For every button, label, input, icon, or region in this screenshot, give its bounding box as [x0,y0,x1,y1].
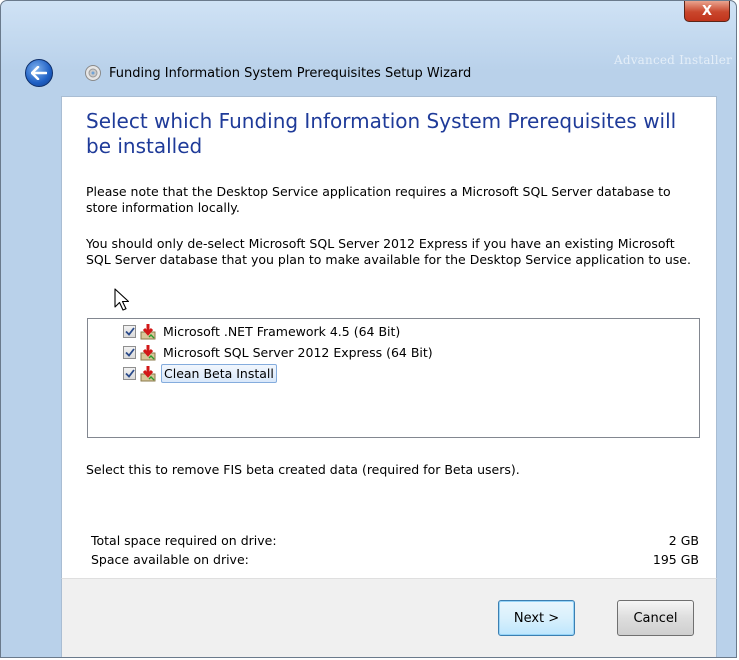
checkbox[interactable] [123,346,136,359]
back-button[interactable] [25,59,53,87]
back-arrow-icon [31,66,47,80]
feature-item-dotnet[interactable]: Microsoft .NET Framework 4.5 (64 Bit) [123,322,402,341]
content-panel: Select which Funding Information System … [61,96,717,578]
advanced-installer-brand: Advanced Installer [613,53,732,67]
setup-wizard-icon [85,65,101,81]
space-available-value: 195 GB [652,552,699,567]
page-title: Select which Funding Information System … [86,109,677,158]
feature-item-sql-server[interactable]: Microsoft SQL Server 2012 Express (64 Bi… [123,343,435,362]
feature-description: Select this to remove FIS beta created d… [86,462,520,477]
sql-requirement-note: Please note that the Desktop Service app… [86,184,671,215]
feature-label-selected: Clean Beta Install [161,364,277,383]
checkbox-checked-icon [124,369,135,378]
install-package-icon [140,366,156,382]
checkbox-checked-icon [124,348,135,357]
space-available-label: Space available on drive: [91,552,249,567]
next-button[interactable]: Next > [498,600,575,636]
space-available-row: Space available on drive: 195 GB [91,552,699,567]
deselect-note: You should only de-select Microsoft SQL … [86,236,691,267]
mouse-pointer-icon [114,288,130,311]
feature-label: Microsoft .NET Framework 4.5 (64 Bit) [163,324,401,339]
checkbox-checked-icon [124,327,135,336]
space-required-label: Total space required on drive: [91,533,277,548]
checkbox[interactable] [123,325,136,338]
space-required-row: Total space required on drive: 2 GB [91,533,699,548]
feature-item-clean-beta[interactable]: Clean Beta Install [123,364,277,383]
install-package-icon [140,324,156,340]
feature-tree[interactable]: Microsoft .NET Framework 4.5 (64 Bit) Mi… [87,318,700,438]
close-icon: X [701,3,713,19]
feature-label: Microsoft SQL Server 2012 Express (64 Bi… [163,345,433,360]
close-button[interactable]: X [684,1,730,22]
checkbox[interactable] [123,367,136,380]
space-required-value: 2 GB [668,533,699,548]
button-bar: Next > Cancel [61,578,717,657]
setup-wizard-window: X Advanced Installer Funding Information… [0,0,737,658]
install-package-icon [140,345,156,361]
window-title: Funding Information System Prerequisites… [109,66,472,81]
cancel-button[interactable]: Cancel [617,600,694,636]
